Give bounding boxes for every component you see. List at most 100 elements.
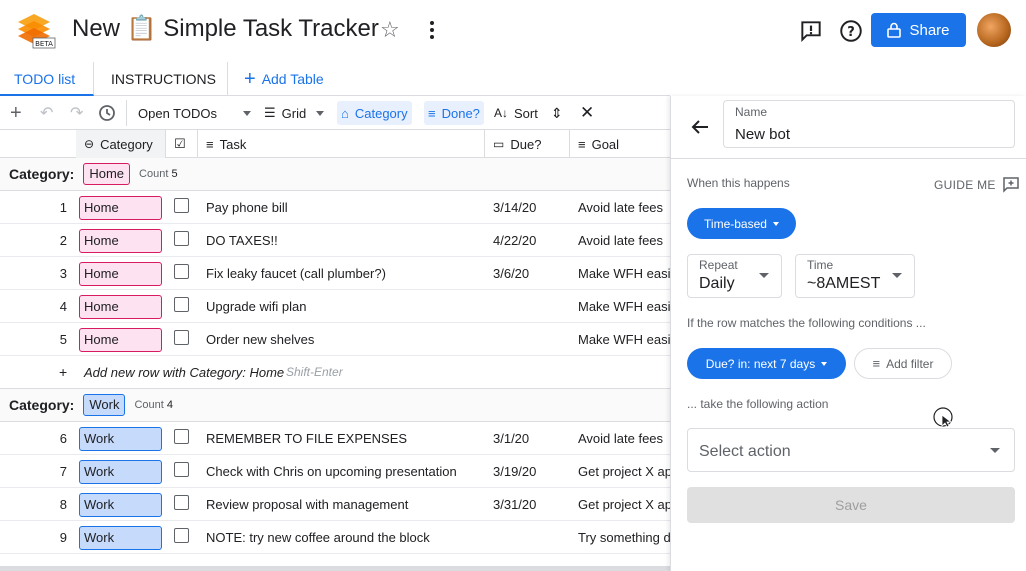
add-row-home[interactable]: + Add new row with Category: Home Shift-… bbox=[0, 356, 670, 389]
due-cell[interactable]: 4/22/20 bbox=[493, 224, 536, 257]
table-row[interactable]: 1 Home Pay phone bill 3/14/20 Avoid late… bbox=[0, 191, 670, 224]
row-height-icon[interactable]: ⇕ bbox=[551, 101, 563, 125]
field-value: New bot bbox=[735, 126, 791, 143]
repeat-select[interactable]: Repeat Daily bbox=[687, 254, 782, 298]
group-header-work[interactable]: Category: Work Count 4 bbox=[0, 389, 670, 422]
goal-cell[interactable]: Get project X approved bbox=[578, 488, 670, 521]
guide-me-button[interactable]: GUIDE ME bbox=[934, 176, 1020, 194]
calendar-icon: ▭ bbox=[493, 137, 505, 151]
goal-cell[interactable]: Make WFH easier bbox=[578, 323, 670, 356]
group-header-home[interactable]: Category: Home Count 5 bbox=[0, 158, 670, 191]
group-icon: ⌂ bbox=[341, 105, 349, 121]
table-row[interactable]: 8 Work Review proposal with management 3… bbox=[0, 488, 670, 521]
category-cell[interactable]: Work bbox=[79, 427, 162, 451]
add-row-icon[interactable]: + bbox=[10, 101, 22, 125]
filter-button[interactable]: ≡ Done? bbox=[424, 101, 484, 125]
done-checkbox[interactable] bbox=[174, 330, 189, 345]
task-cell[interactable]: DO TAXES!! bbox=[206, 224, 278, 257]
task-cell[interactable]: Check with Chris on upcoming presentatio… bbox=[206, 455, 457, 488]
column-header-category[interactable]: ⊖ Category bbox=[76, 130, 166, 158]
task-cell[interactable]: Order new shelves bbox=[206, 323, 314, 356]
category-cell[interactable]: Work bbox=[79, 460, 162, 484]
bot-name-field[interactable]: Name New bot bbox=[723, 100, 1015, 148]
done-checkbox[interactable] bbox=[174, 528, 189, 543]
table-row[interactable]: 2 Home DO TAXES!! 4/22/20 Avoid late fee… bbox=[0, 224, 670, 257]
task-cell[interactable]: Review proposal with management bbox=[206, 488, 408, 521]
done-checkbox[interactable] bbox=[174, 198, 189, 213]
horizontal-scrollbar[interactable] bbox=[0, 566, 670, 571]
save-button[interactable]: Save bbox=[687, 487, 1015, 523]
done-checkbox[interactable] bbox=[174, 429, 189, 444]
tab-instructions[interactable]: INSTRUCTIONS bbox=[97, 62, 228, 96]
back-arrow-icon[interactable] bbox=[689, 116, 711, 138]
category-cell[interactable]: Home bbox=[79, 262, 162, 286]
table-row[interactable]: 9 Work NOTE: try new coffee around the b… bbox=[0, 521, 670, 554]
table-row[interactable]: 7 Work Check with Chris on upcoming pres… bbox=[0, 455, 670, 488]
caret-down-icon bbox=[892, 273, 902, 278]
done-checkbox[interactable] bbox=[174, 462, 189, 477]
category-cell[interactable]: Home bbox=[79, 229, 162, 253]
time-select[interactable]: Time ~8AMEST bbox=[795, 254, 915, 298]
goal-cell[interactable]: Get project X approved bbox=[578, 455, 670, 488]
more-vert-icon[interactable] bbox=[424, 18, 440, 44]
tab-todo-list[interactable]: TODO list bbox=[0, 62, 94, 96]
due-cell[interactable]: 3/1/20 bbox=[493, 422, 529, 455]
group-button[interactable]: ⌂ Category bbox=[337, 101, 412, 125]
task-cell[interactable]: NOTE: try new coffee around the block bbox=[206, 521, 430, 554]
sort-button[interactable]: A↓ Sort bbox=[494, 101, 538, 125]
table-row[interactable]: 6 Work REMEMBER TO FILE EXPENSES 3/1/20 … bbox=[0, 422, 670, 455]
feedback-icon[interactable] bbox=[798, 18, 824, 44]
goal-cell[interactable]: Avoid late fees bbox=[578, 191, 670, 224]
due-cell[interactable]: 3/31/20 bbox=[493, 488, 536, 521]
svg-text:?: ? bbox=[847, 25, 855, 40]
task-cell[interactable]: Pay phone bill bbox=[206, 191, 288, 224]
column-header-goal[interactable]: ≡ Goal bbox=[570, 130, 670, 158]
goal-cell[interactable]: Make WFH easier bbox=[578, 290, 670, 323]
doc-title[interactable]: New 📋 Simple Task Tracker bbox=[72, 14, 379, 43]
table-row[interactable]: 3 Home Fix leaky faucet (call plumber?) … bbox=[0, 257, 670, 290]
table-row[interactable]: 5 Home Order new shelves Make WFH easier bbox=[0, 323, 670, 356]
select-action-dropdown[interactable]: Select action bbox=[687, 428, 1015, 472]
category-cell[interactable]: Work bbox=[79, 526, 162, 550]
goal-cell[interactable]: Avoid late fees bbox=[578, 422, 670, 455]
layout-select[interactable]: ☰ Grid bbox=[264, 101, 325, 125]
redo-icon[interactable]: ↷ bbox=[70, 101, 83, 125]
add-filter-button[interactable]: ≡ Add filter bbox=[854, 348, 952, 379]
category-cell[interactable]: Work bbox=[79, 493, 162, 517]
star-icon[interactable]: ☆ bbox=[380, 17, 400, 43]
trigger-type-button[interactable]: Time-based bbox=[687, 208, 796, 239]
column-header-done[interactable]: ☑ bbox=[166, 130, 198, 158]
close-icon[interactable]: ✕ bbox=[580, 101, 594, 125]
column-header-task[interactable]: ≡ Task bbox=[198, 130, 485, 158]
add-table-button[interactable]: + Add Table bbox=[230, 62, 338, 96]
table-row[interactable]: 4 Home Upgrade wifi plan Make WFH easier bbox=[0, 290, 670, 323]
help-icon[interactable]: ? bbox=[838, 18, 864, 44]
share-label: Share bbox=[909, 21, 950, 39]
goal-cell[interactable]: Try something different bbox=[578, 521, 670, 554]
condition-filter-button[interactable]: Due? in: next 7 days bbox=[687, 348, 846, 379]
task-cell[interactable]: REMEMBER TO FILE EXPENSES bbox=[206, 422, 407, 455]
view-select[interactable]: Open TODOs bbox=[138, 101, 251, 125]
due-cell[interactable]: 3/14/20 bbox=[493, 191, 536, 224]
done-checkbox[interactable] bbox=[174, 495, 189, 510]
share-button[interactable]: Share bbox=[871, 13, 966, 47]
done-checkbox[interactable] bbox=[174, 297, 189, 312]
goal-cell[interactable]: Avoid late fees bbox=[578, 224, 670, 257]
app-logo-icon[interactable]: BETA bbox=[16, 12, 56, 50]
avatar[interactable] bbox=[977, 13, 1011, 47]
undo-icon[interactable]: ↶ bbox=[40, 101, 53, 125]
toolbar: + ↶ ↷ Open TODOs ☰ Grid ⌂ Category ≡ Don… bbox=[0, 96, 670, 130]
column-header-due[interactable]: ▭ Due? bbox=[485, 130, 570, 158]
due-cell[interactable]: 3/19/20 bbox=[493, 455, 536, 488]
category-cell[interactable]: Home bbox=[79, 328, 162, 352]
history-icon[interactable] bbox=[97, 101, 117, 125]
category-cell[interactable]: Home bbox=[79, 295, 162, 319]
due-cell[interactable]: 3/6/20 bbox=[493, 257, 529, 290]
category-cell[interactable]: Home bbox=[79, 196, 162, 220]
done-checkbox[interactable] bbox=[174, 264, 189, 279]
task-cell[interactable]: Fix leaky faucet (call plumber?) bbox=[206, 257, 386, 290]
done-checkbox[interactable] bbox=[174, 231, 189, 246]
condition-label: Due? in: next 7 days bbox=[705, 356, 816, 371]
goal-cell[interactable]: Make WFH easier bbox=[578, 257, 670, 290]
task-cell[interactable]: Upgrade wifi plan bbox=[206, 290, 306, 323]
